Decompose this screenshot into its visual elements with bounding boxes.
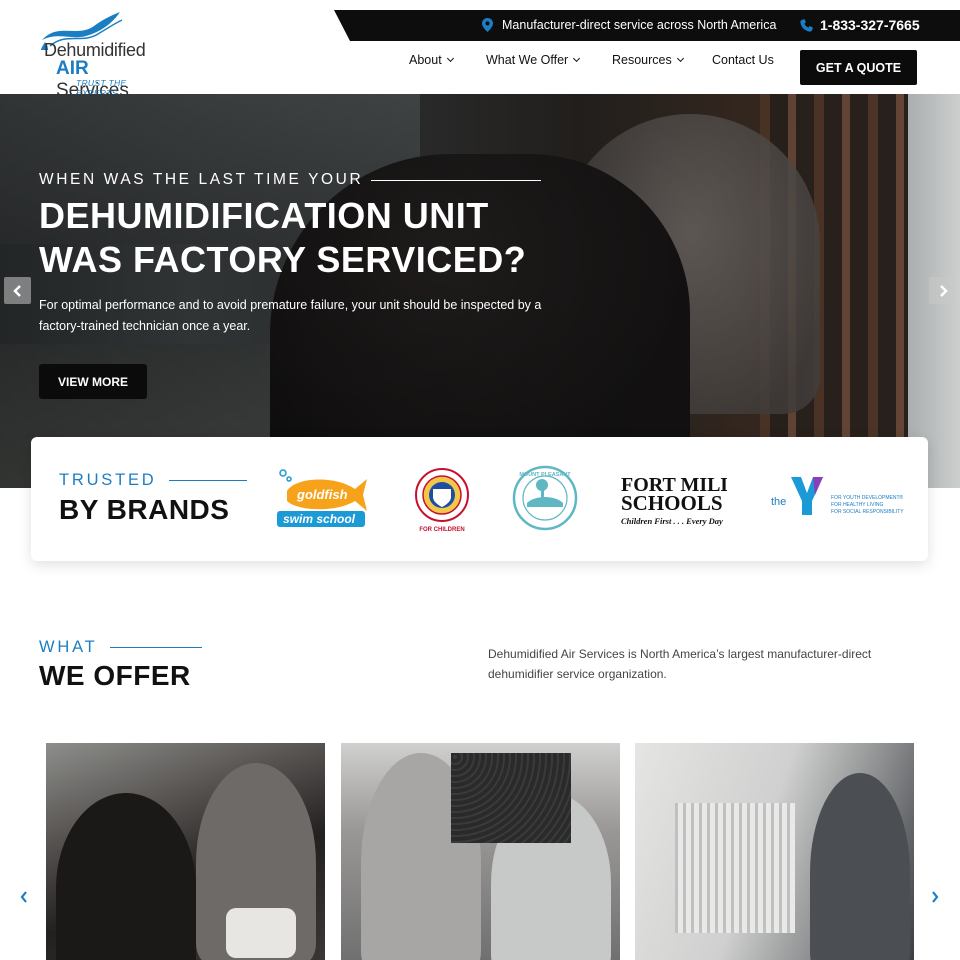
chevron-left-icon <box>12 284 21 297</box>
card-figure <box>810 773 910 960</box>
ymca-line-2: FOR HEALTHY LIVING <box>831 502 883 508</box>
ymca-the-text: the <box>771 496 786 508</box>
site-header: Dehumidified AIR Services TRUST THE EXPE… <box>0 0 960 101</box>
card-figure <box>56 793 196 960</box>
service-area-info: Manufacturer-direct service across North… <box>482 18 776 32</box>
offer-card-3[interactable] <box>635 743 914 960</box>
hero-slider: WHEN WAS THE LAST TIME YOUR DEHUMIDIFICA… <box>0 94 960 488</box>
hero-title-line-1: DEHUMIDIFICATION UNIT <box>39 195 489 236</box>
hero-pre-title-text: WHEN WAS THE LAST TIME YOUR <box>39 171 364 188</box>
view-more-button[interactable]: VIEW MORE <box>39 364 147 399</box>
offer-description: Dehumidified Air Services is North Ameri… <box>488 647 872 681</box>
uisd-seal-logo: FOR CHILDREN <box>415 468 469 533</box>
brands-pre-title: TRUSTED <box>59 471 247 490</box>
offer-card-1[interactable] <box>46 743 325 960</box>
nav-item-contact-us[interactable]: Contact Us <box>712 53 774 67</box>
phone-link[interactable]: 1-833-327-7665 <box>800 17 920 33</box>
chevron-down-icon <box>573 54 581 63</box>
hero-overlay <box>0 94 960 488</box>
brands-pre-title-text: TRUSTED <box>59 471 157 489</box>
chevron-down-icon <box>676 54 684 63</box>
fort-mill-tagline: Children First . . . Every Day <box>621 516 723 526</box>
hero-title: DEHUMIDIFICATION UNIT WAS FACTORY SERVIC… <box>39 194 599 282</box>
nav-item-what-we-offer[interactable]: What We Offer <box>486 53 581 67</box>
phone-icon <box>800 18 813 32</box>
swim-school-text: swim school <box>283 512 356 526</box>
nav-item-label: About <box>409 53 442 67</box>
offer-prev-button[interactable] <box>16 889 32 905</box>
brands-title: BY BRANDS <box>59 494 230 525</box>
mount-pleasant-text: MOUNT PLEASANT <box>519 472 571 478</box>
site-logo[interactable]: Dehumidified AIR Services TRUST THE EXPE… <box>36 10 166 101</box>
brands-pre-title-line <box>168 479 247 482</box>
hero-title-line-2: WAS FACTORY SERVICED? <box>39 239 527 280</box>
offer-pre-title-line <box>109 646 202 649</box>
offer-pre-title-text: WHAT <box>39 638 98 656</box>
hero-next-button[interactable] <box>929 277 956 304</box>
nav-item-resources[interactable]: Resources <box>612 53 684 67</box>
uisd-seal-text: FOR CHILDREN <box>419 527 464 533</box>
ymca-line-1: FOR YOUTH DEVELOPMENT® <box>831 494 904 501</box>
map-pin-icon <box>482 18 493 32</box>
card-figure <box>451 753 571 843</box>
goldfish-text: goldfish <box>296 487 348 502</box>
hero-description: For optimal performance and to avoid pre… <box>39 298 542 333</box>
ymca-line-3: FOR SOCIAL RESPONSIBILITY <box>831 509 904 515</box>
ymca-logo: the FOR YOUTH DEVELOPMENT® FOR HEALTHY L… <box>771 477 904 515</box>
schools-text: SCHOOLS <box>621 491 723 515</box>
service-area-text: Manufacturer-direct service across North… <box>502 18 777 32</box>
top-info-bar: Manufacturer-direct service across North… <box>334 10 960 41</box>
card-figure <box>675 803 795 933</box>
nav-item-label: Resources <box>612 53 672 67</box>
offer-next-button[interactable] <box>927 889 943 905</box>
get-a-quote-button[interactable]: GET A QUOTE <box>800 50 917 85</box>
chevron-right-icon <box>932 891 939 903</box>
phone-number: 1-833-327-7665 <box>820 17 920 33</box>
nav-item-about[interactable]: About <box>409 53 454 67</box>
hero-pre-title: WHEN WAS THE LAST TIME YOUR <box>39 171 542 189</box>
goldfish-swim-school-logo: goldfish swim school <box>277 469 367 527</box>
trusted-brands-card: TRUSTED BY BRANDS goldfish swim school F… <box>31 437 928 561</box>
hero-prev-button[interactable] <box>4 277 31 304</box>
offer-title: WE OFFER <box>39 660 191 691</box>
nav-item-label: Contact Us <box>712 53 774 67</box>
hero-pre-title-line <box>371 179 542 181</box>
chevron-left-icon <box>20 891 27 903</box>
chevron-down-icon <box>446 54 454 63</box>
fort-mill-schools-logo: FORT MILL SCHOOLS Children First . . . E… <box>621 474 727 526</box>
chevron-right-icon <box>939 284 948 297</box>
offer-pre-title: WHAT <box>39 638 202 657</box>
mount-pleasant-seal-logo: MOUNT PLEASANT <box>512 465 578 531</box>
offer-card-2[interactable] <box>341 743 620 960</box>
logo-air-text: AIR <box>56 58 89 79</box>
nav-item-label: What We Offer <box>486 53 569 67</box>
card-figure <box>226 908 296 958</box>
